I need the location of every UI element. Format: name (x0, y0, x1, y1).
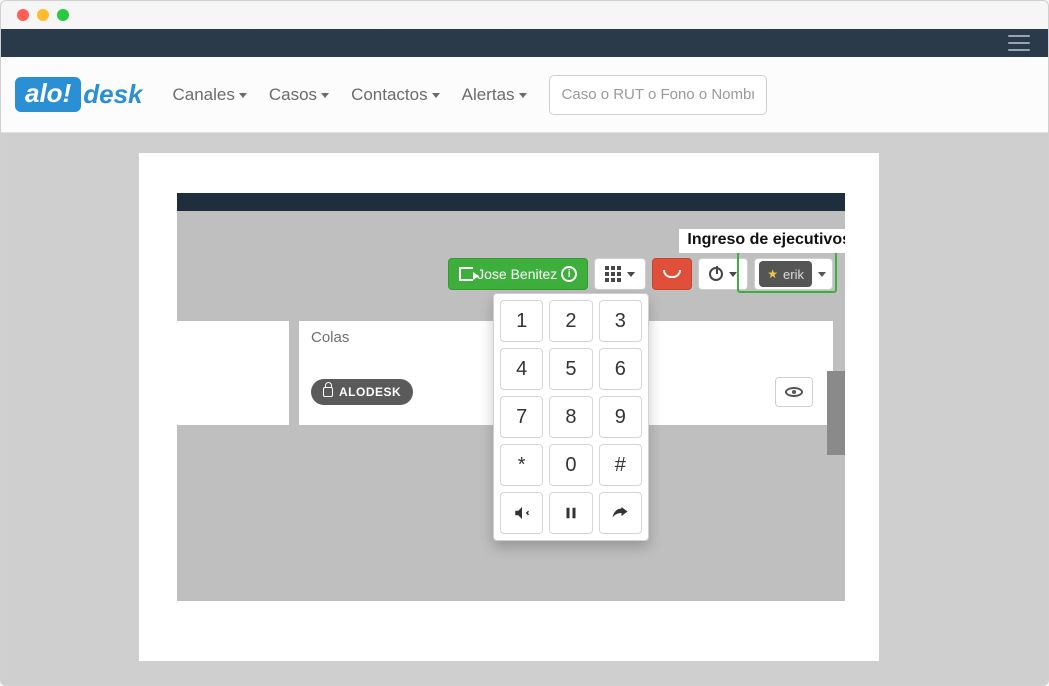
chevron-down-icon (321, 93, 329, 98)
window-zoom-icon[interactable] (57, 9, 69, 21)
nav-item-canales[interactable]: Canales (173, 85, 247, 105)
queue-badge-text: ALODESK (339, 385, 401, 399)
logo-pill: alo! (15, 77, 81, 112)
pause-icon (562, 504, 580, 522)
left-panel (177, 321, 289, 425)
agent-status-button[interactable]: Jose Benitez i (448, 258, 588, 290)
dialpad-pause-button[interactable] (549, 492, 592, 534)
window-titlebar (1, 1, 1048, 29)
user-menu-button[interactable]: ★ erik (754, 258, 833, 290)
hangup-button[interactable] (652, 258, 692, 290)
search-input[interactable] (549, 75, 767, 115)
lock-icon (323, 387, 333, 397)
dialpad-key-3[interactable]: 3 (599, 300, 642, 342)
window-close-icon[interactable] (17, 9, 29, 21)
dialpad-toggle-button[interactable] (594, 258, 646, 290)
dialpad-mute-button[interactable] (500, 492, 543, 534)
annotation-label: Ingreso de ejecutivos (679, 229, 845, 253)
dialpad-key-6[interactable]: 6 (599, 348, 642, 390)
dialpad-key-7[interactable]: 7 (500, 396, 543, 438)
dialpad-key-5[interactable]: 5 (549, 348, 592, 390)
chevron-down-icon (239, 93, 247, 98)
nav-label: Canales (173, 85, 235, 105)
dialpad-key-hash[interactable]: # (599, 444, 642, 486)
power-button[interactable] (698, 258, 748, 290)
logo-text: desk (83, 79, 142, 110)
view-button[interactable] (775, 377, 813, 407)
eye-icon (785, 387, 803, 397)
brand-logo[interactable]: alo! desk (15, 77, 143, 112)
dialpad-key-4[interactable]: 4 (500, 348, 543, 390)
queue-badge[interactable]: ALODESK (311, 379, 413, 405)
inner-topbar (177, 193, 845, 211)
dialpad-grid: 1 2 3 4 5 6 7 8 9 * 0 # (500, 300, 642, 534)
dialpad-key-9[interactable]: 9 (599, 396, 642, 438)
dialpad-key-1[interactable]: 1 (500, 300, 543, 342)
user-short-name: erik (783, 267, 804, 282)
dialpad-key-2[interactable]: 2 (549, 300, 592, 342)
scrollbar[interactable] (827, 371, 845, 455)
power-icon (709, 267, 723, 281)
star-icon: ★ (767, 267, 778, 281)
chevron-down-icon (818, 272, 826, 277)
agent-name: Jose Benitez (477, 266, 557, 282)
nav-item-alertas[interactable]: Alertas (462, 85, 527, 105)
hamburger-icon[interactable] (1008, 35, 1030, 51)
user-pill: ★ erik (759, 261, 812, 287)
nav-item-contactos[interactable]: Contactos (351, 85, 440, 105)
queues-heading: Colas (311, 329, 349, 346)
nav-item-casos[interactable]: Casos (269, 85, 329, 105)
forward-icon (611, 504, 629, 522)
inner-canvas: Ingreso de ejecutivos Jose Benitez i (177, 193, 845, 601)
info-icon: i (561, 266, 577, 282)
dialpad-key-0[interactable]: 0 (549, 444, 592, 486)
mute-icon (513, 504, 531, 522)
window-minimize-icon[interactable] (37, 9, 49, 21)
dialpad-key-star[interactable]: * (500, 444, 543, 486)
chevron-down-icon (729, 272, 737, 277)
dialpad-transfer-button[interactable] (599, 492, 642, 534)
screenshot-panel: Ingreso de ejecutivos Jose Benitez i (139, 153, 879, 661)
nav-label: Alertas (462, 85, 515, 105)
nav-label: Casos (269, 85, 317, 105)
dialpad-key-8[interactable]: 8 (549, 396, 592, 438)
dialpad-icon (605, 266, 621, 282)
main-navbar: alo! desk Canales Casos Contactos Alerta… (1, 57, 1048, 133)
status-row: Jose Benitez i (177, 255, 845, 293)
signout-icon (459, 267, 473, 281)
chevron-down-icon (432, 93, 440, 98)
dialpad-popover: 1 2 3 4 5 6 7 8 9 * 0 # (493, 293, 649, 541)
nav-menu: Canales Casos Contactos Alertas (173, 85, 527, 105)
phone-icon (663, 270, 681, 278)
app-topbar (1, 29, 1048, 57)
chevron-down-icon (627, 272, 635, 277)
content-area: Ingreso de ejecutivos Jose Benitez i (1, 133, 1048, 685)
app-window: alo! desk Canales Casos Contactos Alerta… (0, 0, 1049, 686)
chevron-down-icon (519, 93, 527, 98)
nav-label: Contactos (351, 85, 428, 105)
